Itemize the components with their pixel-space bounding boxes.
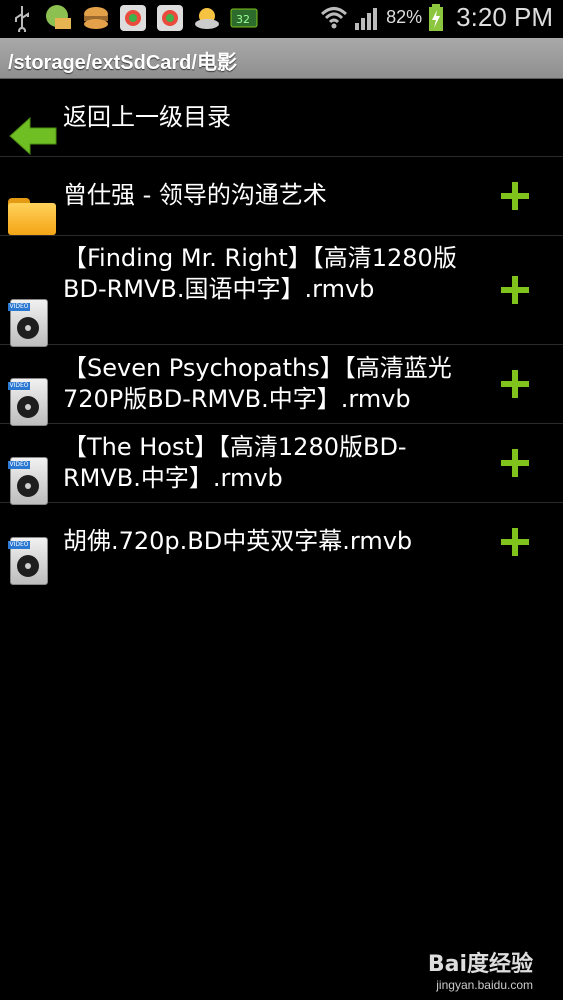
file-list: 返回上一级目录 曾仕强 - 领导的沟通艺术 VIDEO 【Finding Mr.… (0, 79, 563, 585)
item-label: 【The Host】【高清1280版BD-RMVB.中字】.rmvb (63, 433, 407, 492)
video-file-icon: VIDEO (8, 378, 48, 426)
back-arrow-icon (9, 116, 57, 155)
list-item[interactable]: VIDEO 胡佛.720p.BD中英双字幕.rmvb (0, 503, 563, 585)
burger-icon (84, 7, 108, 29)
add-icon[interactable] (501, 449, 529, 477)
folder-icon (8, 195, 56, 235)
battery-icon (429, 3, 444, 31)
wifi-icon (321, 6, 348, 28)
add-icon[interactable] (501, 528, 529, 556)
add-icon[interactable] (501, 276, 529, 304)
app-icon (120, 5, 146, 31)
item-label: 曾仕强 - 领导的沟通艺术 (63, 181, 327, 209)
usb-icon (15, 6, 29, 32)
clock: 3:20 PM (456, 2, 553, 32)
list-item[interactable]: VIDEO 【Finding Mr. Right】【高清1280版BD-RMVB… (0, 236, 563, 347)
watermark-url: jingyan.baidu.com (436, 978, 533, 992)
video-file-icon: VIDEO (8, 299, 48, 347)
item-label: 【Seven Psychopaths】【高清蓝光720P版BD-RMVB.中字】… (63, 354, 452, 413)
watermark-logo: Bai度经验 (427, 952, 533, 977)
add-icon[interactable] (501, 370, 529, 398)
list-item[interactable]: 曾仕强 - 领导的沟通艺术 (0, 157, 563, 236)
current-path: /storage/extSdCard/电影 (8, 52, 237, 74)
back-label: 返回上一级目录 (63, 103, 231, 131)
svg-text:32: 32 (236, 13, 250, 26)
weather-icon (195, 8, 219, 29)
watermark: Bai度经验 jingyan.baidu.com (428, 946, 533, 992)
add-icon[interactable] (501, 182, 529, 210)
signal-icon (355, 7, 378, 30)
path-bar: /storage/extSdCard/电影 (0, 38, 563, 79)
video-file-icon: VIDEO (8, 537, 48, 585)
list-item[interactable]: VIDEO 【Seven Psychopaths】【高清蓝光720P版BD-RM… (0, 345, 563, 426)
list-item[interactable]: VIDEO 【The Host】【高清1280版BD-RMVB.中字】.rmvb (0, 424, 563, 505)
status-bar: 32 82% 3:20 PM (0, 0, 563, 38)
item-label: 【Finding Mr. Right】【高清1280版BD-RMVB.国语中字】… (63, 244, 457, 303)
back-row[interactable]: 返回上一级目录 (0, 79, 563, 157)
item-label: 胡佛.720p.BD中英双字幕.rmvb (63, 527, 413, 555)
battery-app-icon: 32 (230, 8, 258, 28)
mail-icon (46, 5, 71, 29)
video-file-icon: VIDEO (8, 457, 48, 505)
battery-percent: 82% (386, 7, 423, 27)
app-icon (157, 5, 183, 31)
